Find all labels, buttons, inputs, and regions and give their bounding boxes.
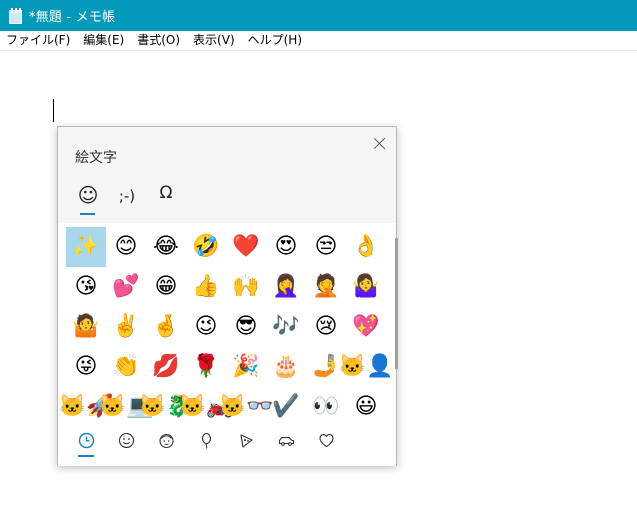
people-icon[interactable] bbox=[146, 427, 186, 453]
emoji-cell[interactable]: 🙌 bbox=[226, 267, 266, 307]
smiley-face-icon[interactable] bbox=[106, 427, 146, 453]
emoji-scrollbar[interactable] bbox=[395, 238, 398, 369]
tab-kaomoji[interactable]: ;-) bbox=[112, 187, 142, 215]
emoji-cell[interactable]: 👀 bbox=[306, 387, 346, 427]
tab-emoji[interactable]: ☺ bbox=[75, 183, 101, 211]
close-icon[interactable] bbox=[372, 136, 388, 152]
notepad-icon bbox=[9, 7, 23, 24]
emoji-cell[interactable]: 👏 bbox=[106, 347, 146, 387]
heart-icon[interactable] bbox=[306, 427, 346, 453]
emoji-cell[interactable]: 🤦‍♀️ bbox=[266, 267, 306, 307]
bottom-nav-active-indicator bbox=[78, 455, 94, 457]
menu-view[interactable]: 表示(V) bbox=[187, 31, 242, 50]
menu-bar: ファイル(F) 編集(E) 書式(O) 表示(V) ヘルプ(H) bbox=[0, 31, 637, 51]
window-title: *無題 - メモ帳 bbox=[29, 10, 116, 25]
emoji-cell[interactable]: 🎶 bbox=[266, 307, 306, 347]
emoji-cell[interactable]: 🤷‍♀️ bbox=[346, 267, 386, 307]
title-bar: *無題 - メモ帳 bbox=[0, 0, 637, 31]
emoji-cell[interactable]: 😜 bbox=[66, 347, 106, 387]
emoji-cell[interactable]: 😉 bbox=[186, 307, 226, 347]
text-caret bbox=[53, 99, 54, 122]
emoji-cell[interactable]: 😁 bbox=[146, 267, 186, 307]
emoji-cell[interactable]: 😘 bbox=[66, 267, 106, 307]
emoji-cell[interactable]: 😎 bbox=[226, 307, 266, 347]
menu-file[interactable]: ファイル(F) bbox=[0, 31, 77, 50]
emoji-cell[interactable]: 😍 bbox=[266, 227, 306, 267]
emoji-cell[interactable]: 🐱‍👓 bbox=[219, 387, 274, 427]
emoji-cell[interactable]: ❤️ bbox=[226, 227, 266, 267]
balloon-icon[interactable] bbox=[186, 427, 226, 453]
emoji-cell[interactable]: 🤷 bbox=[66, 307, 106, 347]
emoji-picker: 絵文字 ☺ ;-) Ω ✨ 😊 😂 🤣 ❤️ 😍 😒 👌 😘 💕 😁 👍 🙌 🤦‍♀️ 🤦 🤷‍♀️ 🤷 ✌️ 🤞 😉… bbox=[57, 126, 398, 466]
emoji-cell[interactable]: 🤣 bbox=[186, 227, 226, 267]
emoji-cell[interactable]: 🎂 bbox=[266, 347, 306, 387]
car-icon[interactable] bbox=[266, 427, 306, 453]
recent-clock-icon[interactable] bbox=[66, 427, 106, 453]
emoji-cell[interactable]: 😢 bbox=[306, 307, 346, 347]
emoji-grid: ✨ 😊 😂 🤣 ❤️ 😍 😒 👌 😘 💕 😁 👍 🙌 🤦‍♀️ 🤦 🤷‍♀️ 🤷 ✌️ 🤞 😉 😎 🎶 😢 💖 😜 👏 💋 🌹 🎉 🎂 🤳 🐱… bbox=[59, 227, 394, 427]
emoji-cell[interactable]: 😊 bbox=[106, 227, 146, 267]
emoji-cell[interactable]: 👍 bbox=[186, 267, 226, 307]
emoji-cell[interactable]: 🤦 bbox=[306, 267, 346, 307]
tab-active-indicator bbox=[80, 213, 95, 215]
emoji-cell[interactable]: 🤞 bbox=[146, 307, 186, 347]
pizza-icon[interactable] bbox=[226, 427, 266, 453]
emoji-cell[interactable]: ✌️ bbox=[106, 307, 146, 347]
emoji-cell[interactable]: 😒 bbox=[306, 227, 346, 267]
emoji-cell[interactable]: ✨ bbox=[66, 227, 106, 267]
emoji-cell[interactable]: 💖 bbox=[346, 307, 386, 347]
emoji-cell[interactable]: 💕 bbox=[106, 267, 146, 307]
emoji-cell[interactable]: 🎉 bbox=[226, 347, 266, 387]
menu-edit[interactable]: 編集(E) bbox=[77, 31, 131, 50]
picker-title: 絵文字 bbox=[75, 150, 117, 166]
emoji-cell[interactable]: 😂 bbox=[146, 227, 186, 267]
emoji-cell[interactable]: ✔️ bbox=[266, 387, 306, 427]
emoji-grid-area: ✨ 😊 😂 🤣 ❤️ 😍 😒 👌 😘 💕 😁 👍 🙌 🤦‍♀️ 🤦 🤷‍♀️ 🤷 ✌️ 🤞 😉 😎 🎶 😢 💖 😜 👏 💋 🌹 🎉 🎂 🤳 🐱… bbox=[58, 223, 396, 466]
menu-help[interactable]: ヘルプ(H) bbox=[242, 31, 309, 50]
emoji-cell[interactable]: 💋 bbox=[146, 347, 186, 387]
menu-format[interactable]: 書式(O) bbox=[131, 31, 187, 50]
emoji-cell[interactable]: 👌 bbox=[346, 227, 386, 267]
tab-symbols[interactable]: Ω bbox=[154, 183, 178, 211]
emoji-cell[interactable]: 🐱‍👤 bbox=[339, 347, 394, 387]
emoji-cell[interactable]: 🌹 bbox=[186, 347, 226, 387]
emoji-cell[interactable]: 😃 bbox=[346, 387, 386, 427]
bottom-category-nav bbox=[66, 427, 386, 461]
